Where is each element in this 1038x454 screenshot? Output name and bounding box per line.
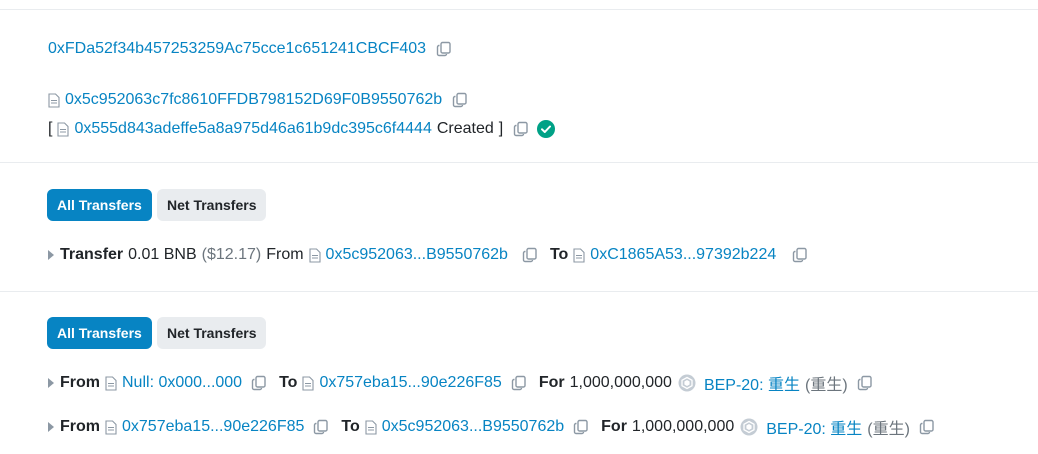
token-symbol: (重生) [867, 421, 910, 438]
copy-icon[interactable] [513, 121, 529, 137]
to-label: To [341, 418, 360, 435]
created-label: Created [436, 120, 494, 137]
from-label: From [266, 246, 304, 263]
created-contract-row: [ 0x555d843adeffe5a8a975d46a61b9dc395c6f… [48, 118, 556, 140]
transfer-label: Transfer [60, 246, 124, 263]
to-address-link[interactable]: 0xC1865A53...97392b224 [590, 246, 776, 264]
copy-icon[interactable] [792, 247, 808, 263]
copy-icon[interactable] [919, 419, 935, 435]
token-amount: 1,000,000,000 [569, 374, 672, 391]
copy-icon[interactable] [857, 375, 873, 391]
contract-file-icon [105, 419, 117, 435]
contract-address-link[interactable]: 0xFDa52f34b457253259Ac75cce1c651241CBCF4… [48, 40, 426, 58]
top-divider [0, 9, 1038, 10]
copy-icon[interactable] [313, 419, 329, 435]
caret-right-icon[interactable] [48, 250, 54, 260]
copy-icon[interactable] [436, 41, 452, 57]
token-logo-icon [740, 418, 758, 436]
contract-file-icon [365, 419, 377, 435]
bracket-open: [ [48, 120, 53, 137]
from-address-link[interactable]: Null: 0x000...000 [122, 374, 242, 392]
creator-row: 0x5c952063c7fc8610FFDB798152D69F0B955076… [48, 89, 468, 111]
caret-right-icon[interactable] [48, 378, 54, 388]
token-amount: 1,000,000,000 [631, 418, 735, 435]
to-address-link[interactable]: 0x757eba15...90e226F85 [319, 374, 501, 392]
copy-icon[interactable] [522, 247, 538, 263]
token-name-link[interactable]: BEP-20: 重生 [704, 371, 800, 395]
to-label: To [279, 374, 298, 391]
for-label: For [601, 418, 627, 435]
from-label: From [60, 418, 100, 435]
copy-icon[interactable] [573, 419, 589, 435]
section-divider [0, 162, 1038, 163]
to-address-link[interactable]: 0x5c952063...B9550762b [382, 418, 564, 436]
tab-net-transfers[interactable]: Net Transfers [157, 189, 267, 221]
copy-icon[interactable] [511, 375, 527, 391]
token-transfer-row: From Null: 0x000...000 To 0x757eba15...9… [48, 372, 873, 394]
copy-icon[interactable] [251, 375, 267, 391]
tab-all-transfers[interactable]: All Transfers [47, 189, 152, 221]
internal-transfer-row: Transfer 0.01 BNB ($12.17) From 0x5c9520… [48, 244, 808, 266]
created-contract-link[interactable]: 0x555d843adeffe5a8a975d46a61b9dc395c6f44… [74, 120, 431, 138]
creator-address-link[interactable]: 0x5c952063c7fc8610FFDB798152D69F0B955076… [65, 91, 442, 109]
contract-file-icon [105, 375, 117, 391]
tab-net-transfers[interactable]: Net Transfers [157, 317, 267, 349]
token-name-link[interactable]: BEP-20: 重生 [766, 415, 862, 439]
caret-right-icon[interactable] [48, 422, 54, 432]
from-address-link[interactable]: 0x757eba15...90e226F85 [122, 418, 304, 436]
contract-file-icon [57, 121, 70, 137]
copy-icon[interactable] [452, 92, 468, 108]
verified-check-icon [537, 120, 556, 138]
from-label: From [60, 374, 100, 391]
tab-all-transfers[interactable]: All Transfers [47, 317, 152, 349]
section-divider [0, 291, 1038, 292]
contract-address-row: 0xFDa52f34b457253259Ac75cce1c651241CBCF4… [48, 38, 452, 60]
token-transfer-row: From 0x757eba15...90e226F85 To 0x5c95206… [48, 416, 935, 438]
transfer-usd-value: ($12.17) [201, 246, 262, 263]
contract-file-icon [48, 92, 60, 108]
for-label: For [538, 374, 565, 391]
contract-file-icon [302, 375, 314, 391]
bracket-close: ] [498, 120, 504, 137]
transfer-amount: 0.01 BNB [128, 246, 197, 263]
token-symbol: (重生) [804, 377, 848, 394]
from-address-link[interactable]: 0x5c952063...B9550762b [326, 246, 508, 264]
contract-file-icon [573, 247, 585, 263]
contract-file-icon [308, 247, 321, 263]
token-logo-icon [678, 374, 696, 392]
to-label: To [549, 246, 569, 263]
